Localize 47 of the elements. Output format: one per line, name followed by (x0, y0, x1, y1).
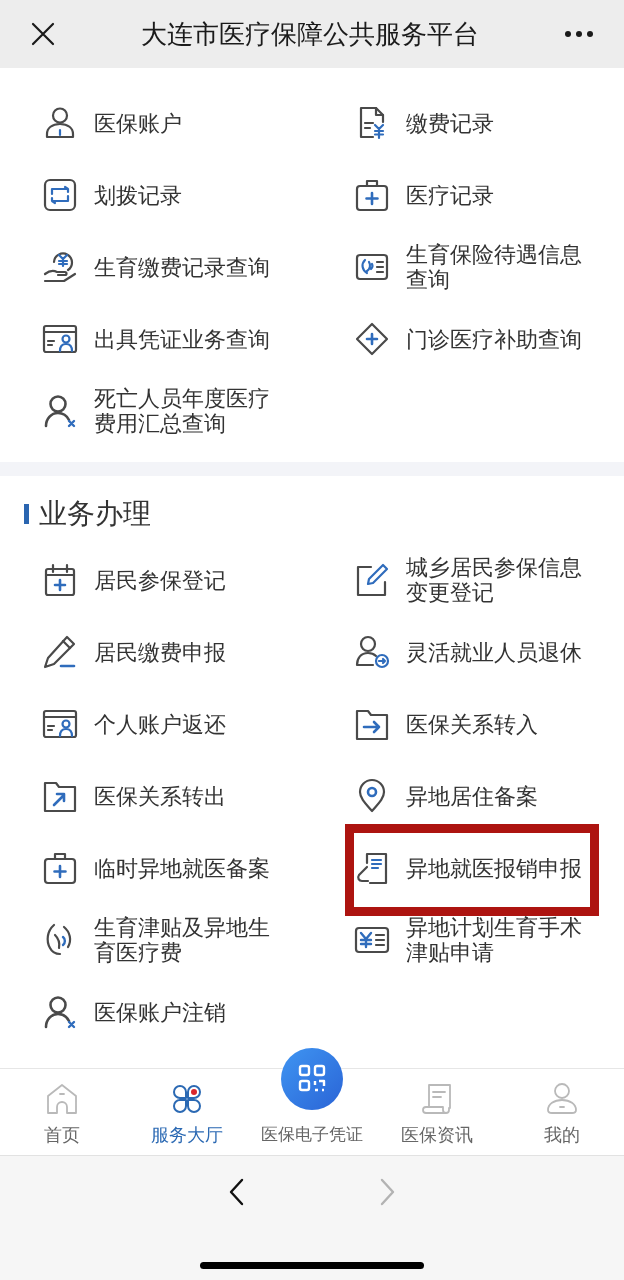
window-title: 大连市医疗保障公共服务平台 (141, 18, 479, 50)
chevron-left-icon (228, 1178, 244, 1206)
section-title: 业务办理 (39, 498, 151, 530)
menu-item[interactable]: 医保关系转出 (42, 778, 226, 814)
menu-item[interactable]: 医保账户注销 (42, 994, 226, 1030)
menu-item[interactable]: 生育津贴及异地生育医疗费 (42, 915, 274, 965)
more-icon (565, 31, 593, 37)
menu-item[interactable]: 异地就医报销申报 (354, 850, 582, 886)
section-marker (24, 504, 29, 524)
edit-icon (354, 562, 390, 598)
menu-item[interactable]: 生育缴费记录查询 (42, 249, 270, 285)
person-remove-icon (42, 393, 78, 429)
menu-item[interactable]: 缴费记录 (354, 105, 494, 141)
menu-item[interactable]: 灵活就业人员退休 (354, 634, 582, 670)
close-icon (31, 22, 55, 46)
medical-kit-icon (354, 177, 390, 213)
tab-item[interactable]: 医保资讯 (400, 1081, 473, 1145)
refresh-square-icon (42, 177, 78, 213)
menu-item[interactable]: 城乡居民参保信息变更登记 (354, 555, 586, 605)
menu-item[interactable]: 异地计划生育手术津贴申请 (354, 915, 586, 965)
menu-item[interactable]: 医保关系转入 (354, 706, 538, 742)
menu-item[interactable]: 医疗记录 (354, 177, 494, 213)
menu-item[interactable]: 划拨记录 (42, 177, 182, 213)
person-remove-icon (42, 994, 78, 1030)
close-button[interactable] (30, 21, 56, 47)
menu-item[interactable]: 医保账户 (42, 105, 182, 141)
menu-item[interactable]: 临时异地就医备案 (42, 850, 270, 886)
diamond-plus-icon (354, 321, 390, 357)
tab-item[interactable]: 首页 (44, 1081, 81, 1145)
menu-item[interactable]: 出具凭证业务查询 (42, 321, 270, 357)
hand-coin-icon (42, 249, 78, 285)
pencil-icon (42, 634, 78, 670)
menu-item[interactable]: 异地居住备案 (354, 778, 538, 814)
menu-item[interactable]: 门诊医疗补助查询 (354, 321, 582, 357)
person-arrow-icon (354, 634, 390, 670)
medical-kit-icon (42, 850, 78, 886)
calendar-plus-icon (42, 562, 78, 598)
hand-document-icon (354, 850, 390, 886)
tab-item[interactable]: 我的 (543, 1081, 580, 1145)
tab-item[interactable]: 医保电子凭证 (261, 1048, 363, 1144)
tab-item[interactable]: 服务大厅 (151, 1081, 224, 1145)
menu-item[interactable]: 个人账户返还 (42, 706, 226, 742)
chevron-right-icon (380, 1178, 396, 1206)
menu-item[interactable]: 居民参保登记 (42, 562, 226, 598)
menu-item[interactable]: 死亡人员年度医疗费用汇总查询 (42, 386, 274, 436)
menu-item[interactable]: 生育保险待遇信息查询 (354, 242, 586, 292)
menu-item[interactable]: 居民缴费申报 (42, 634, 226, 670)
